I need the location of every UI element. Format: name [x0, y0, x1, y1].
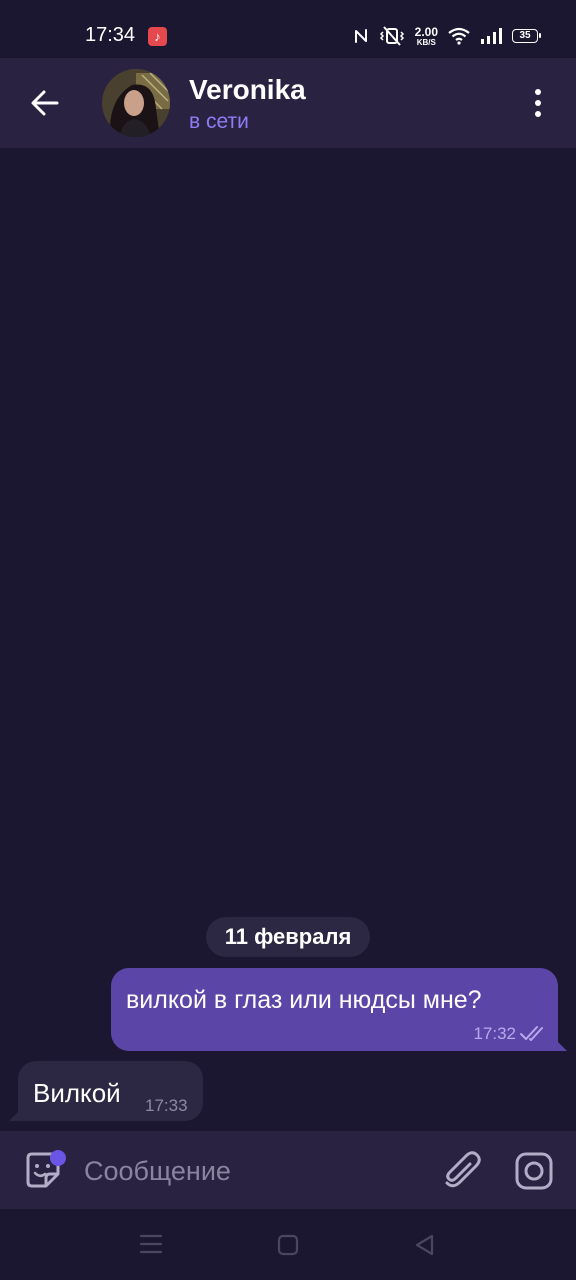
avatar[interactable] — [102, 69, 170, 137]
bubble-tail — [9, 1107, 23, 1121]
network-speed-unit: KB/S — [416, 37, 436, 47]
message-time: 17:33 — [145, 1096, 188, 1115]
camera-icon[interactable] — [513, 1150, 555, 1192]
incoming-message[interactable]: Вилкой 17:33 — [9, 1061, 203, 1121]
date-separator: 11 февраля — [206, 917, 370, 957]
network-speed: 2.00 KB/S — [415, 26, 438, 47]
kebab-dot-icon — [535, 100, 541, 106]
status-time: 17:34 — [85, 24, 136, 46]
status-icons: 2.00 KB/S 35 — [353, 24, 541, 48]
message-list[interactable]: 11 февраля вилкой в глаз или нюдсы мне? … — [0, 148, 576, 1131]
recent-apps-icon[interactable] — [139, 1233, 163, 1255]
more-options-button[interactable] — [520, 80, 556, 126]
back-button[interactable] — [22, 80, 68, 126]
back-triangle-icon[interactable] — [413, 1233, 435, 1257]
arrow-left-icon — [31, 90, 59, 116]
network-speed-value: 2.00 — [414, 24, 438, 39]
kebab-dot-icon — [535, 89, 541, 95]
vibrate-icon — [379, 26, 404, 46]
message-composer — [0, 1131, 576, 1209]
message-text: вилкой в глаз или нюдсы мне? — [126, 986, 482, 1014]
system-nav-bar — [0, 1209, 576, 1280]
home-icon[interactable] — [277, 1234, 299, 1256]
message-text: Вилкой — [33, 1078, 121, 1108]
double-check-icon — [520, 1026, 543, 1041]
bubble-tail — [553, 1037, 567, 1051]
wifi-icon — [448, 27, 470, 45]
message-time: 17:32 — [473, 1024, 516, 1043]
music-notification-icon: ♪ — [148, 27, 167, 46]
nfc-icon — [354, 29, 367, 43]
outgoing-message[interactable]: вилкой в глаз или нюдсы мне? 17:32 — [111, 968, 567, 1051]
status-bar: 17:34 ♪ 2.00 KB/S 35 — [0, 0, 576, 58]
contact-name[interactable]: Veronika — [189, 74, 306, 106]
kebab-dot-icon — [535, 111, 541, 117]
notification-dot — [50, 1150, 66, 1166]
battery-icon: 35 — [512, 29, 541, 43]
chat-header: Veronika в сети — [0, 58, 576, 148]
paperclip-icon[interactable] — [440, 1150, 482, 1192]
contact-status: в сети — [189, 110, 249, 133]
cellular-signal-icon — [481, 28, 502, 44]
message-input[interactable] — [84, 1152, 414, 1190]
